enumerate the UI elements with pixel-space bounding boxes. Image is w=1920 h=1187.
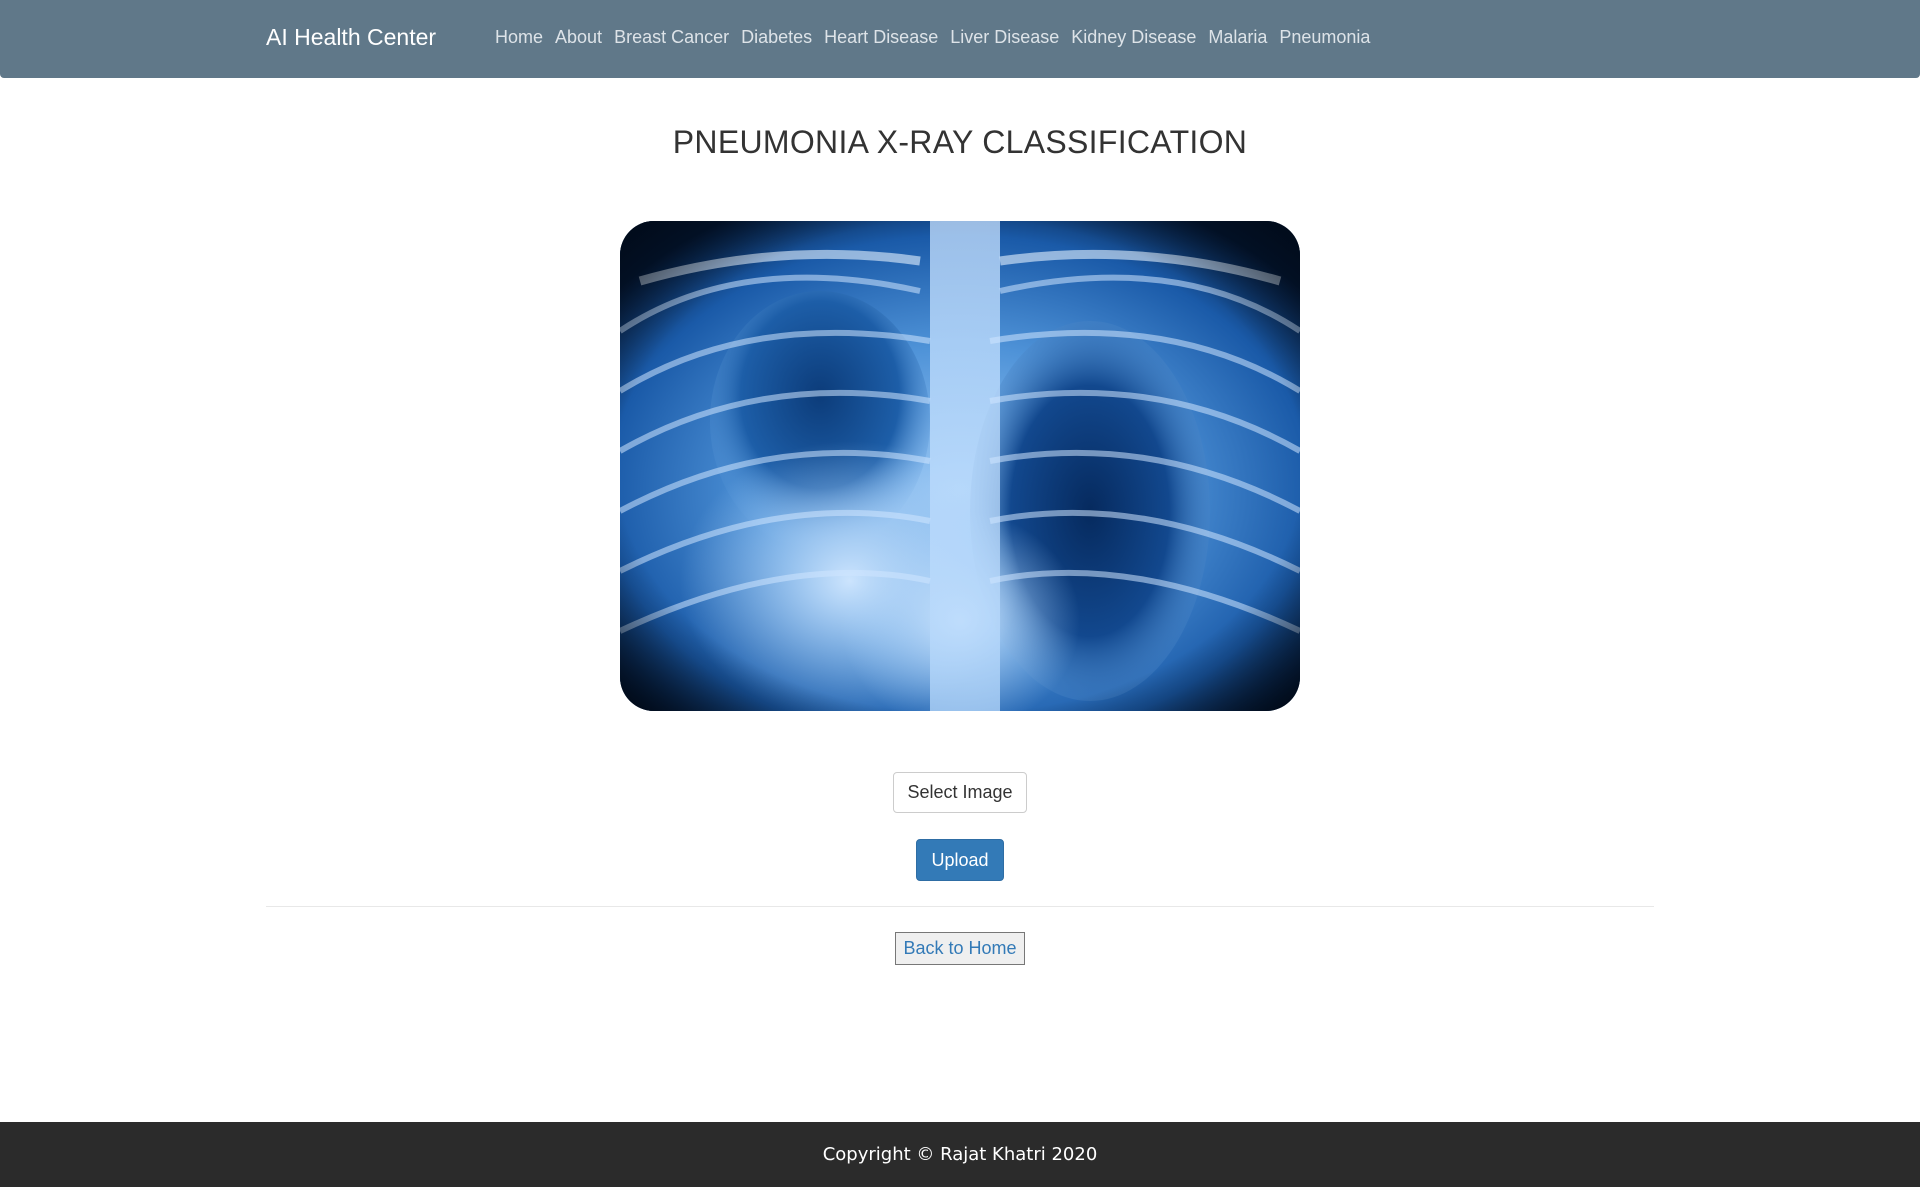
nav-item: About xyxy=(549,27,608,48)
upload-button[interactable]: Upload xyxy=(916,839,1004,881)
nav-link-liver-disease[interactable]: Liver Disease xyxy=(944,27,1065,48)
footer: Copyright © Rajat Khatri 2020 xyxy=(0,1122,1920,1187)
copyright-text: Copyright © Rajat Khatri 2020 xyxy=(822,1144,1098,1165)
page-title: PNEUMONIA X-RAY CLASSIFICATION xyxy=(672,124,1248,160)
chest-xray-image xyxy=(620,221,1300,711)
nav-item: Kidney Disease xyxy=(1065,27,1202,48)
nav-link-home[interactable]: Home xyxy=(495,27,549,48)
nav-item: Malaria xyxy=(1202,27,1273,48)
nav-link-breast-cancer[interactable]: Breast Cancer xyxy=(608,27,735,48)
nav-item: Heart Disease xyxy=(818,27,944,48)
nav-item: Diabetes xyxy=(735,27,818,48)
nav-link-kidney-disease[interactable]: Kidney Disease xyxy=(1065,27,1202,48)
nav-link-pneumonia[interactable]: Pneumonia xyxy=(1273,27,1376,48)
nav-item: Liver Disease xyxy=(944,27,1065,48)
nav-item: Breast Cancer xyxy=(608,27,735,48)
brand-link[interactable]: AI Health Center xyxy=(266,24,436,51)
nav-link-malaria[interactable]: Malaria xyxy=(1202,27,1273,48)
nav-item: Home xyxy=(495,27,549,48)
nav-menu: Home About Breast Cancer Diabetes Heart … xyxy=(495,27,1376,48)
nav-link-diabetes[interactable]: Diabetes xyxy=(735,27,818,48)
top-navbar: AI Health Center Home About Breast Cance… xyxy=(0,0,1920,78)
nav-link-about[interactable]: About xyxy=(549,27,608,48)
nav-link-heart-disease[interactable]: Heart Disease xyxy=(818,27,944,48)
nav-item: Pneumonia xyxy=(1273,27,1376,48)
select-image-button[interactable]: Select Image xyxy=(893,772,1027,813)
divider xyxy=(266,906,1654,907)
back-to-home-button[interactable]: Back to Home xyxy=(895,932,1025,965)
